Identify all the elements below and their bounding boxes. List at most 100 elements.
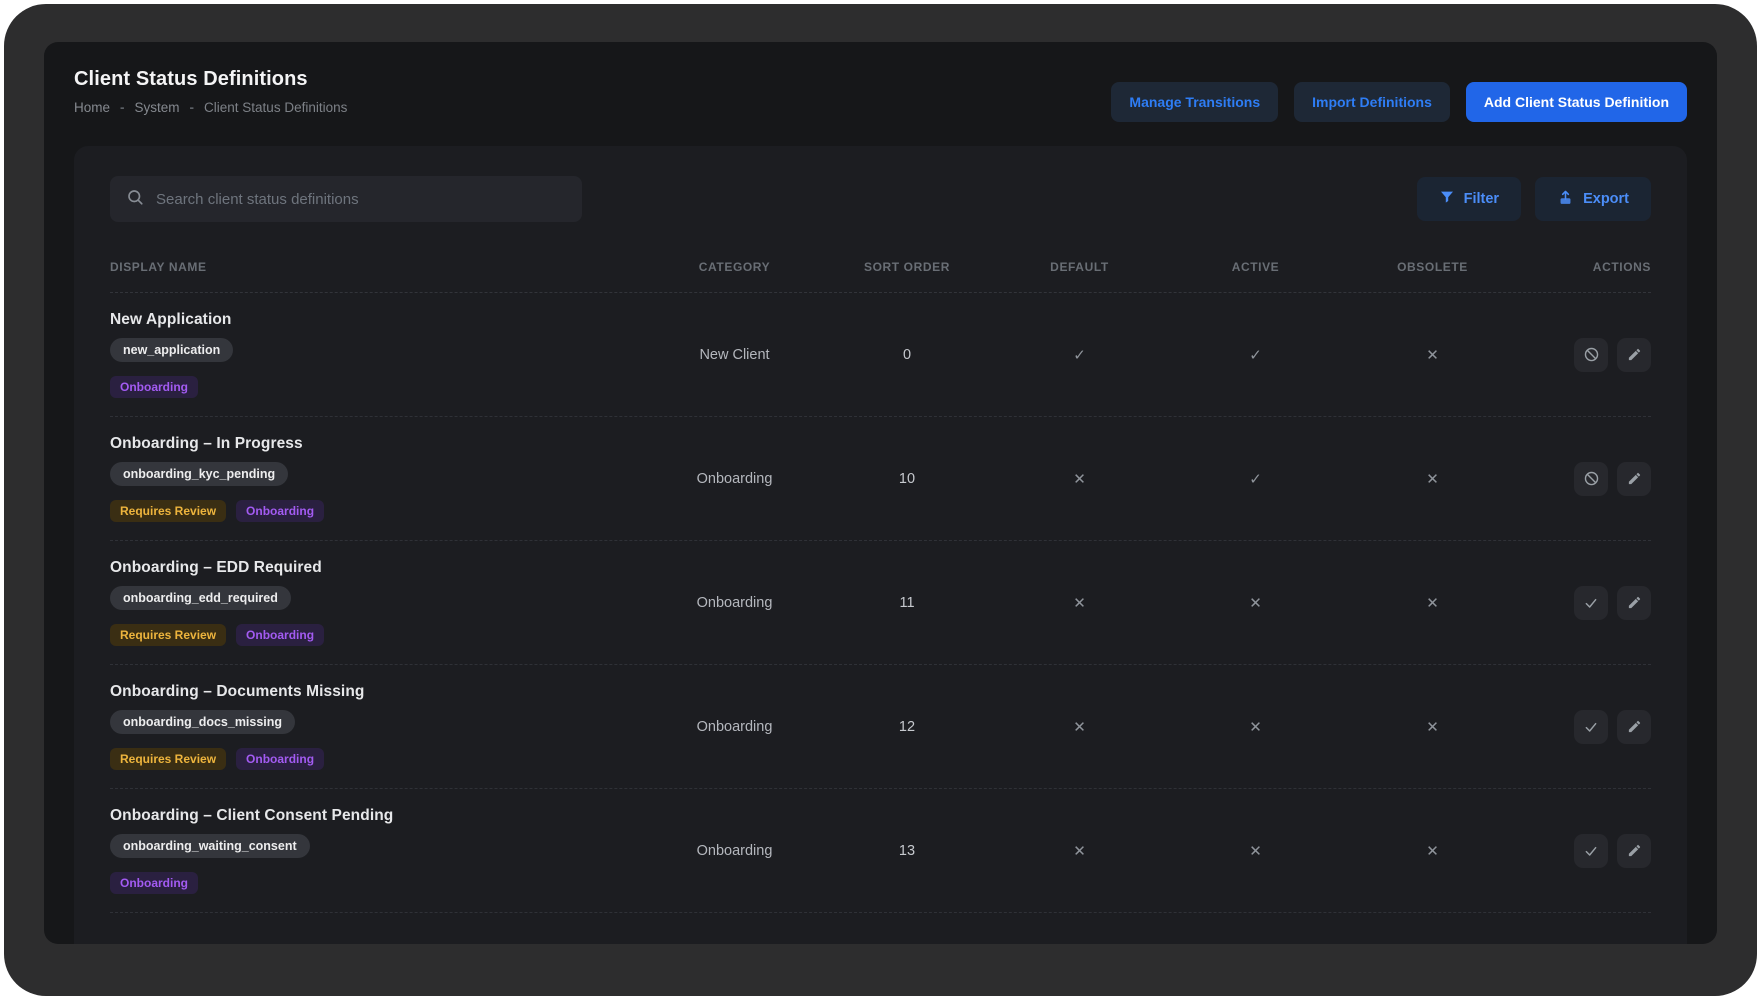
breadcrumb: Home - System - Client Status Definition… [74,100,347,115]
table-row: Onboarding – Documents Missing onboardin… [110,665,1651,789]
tag-list: Requires Review Onboarding [110,500,324,522]
column-category: Category [647,260,822,274]
app-frame: Client Status Definitions Home - System … [4,4,1757,996]
toolbar: Filter Export [110,176,1651,222]
category-cell: Onboarding [647,595,822,611]
category-cell: Onboarding [647,843,822,859]
app-window: Client Status Definitions Home - System … [44,42,1717,944]
pencil-icon [1627,595,1642,610]
sort-order-cell: 13 [822,843,992,859]
deactivate-button[interactable] [1574,338,1608,372]
edit-button[interactable] [1617,710,1651,744]
status-code-badge: new_application [110,338,233,362]
search-icon [126,188,144,211]
search-input[interactable] [156,191,566,208]
activate-button[interactable] [1574,710,1608,744]
active-mark: ✕ [1167,718,1344,736]
title-block: Client Status Definitions Home - System … [74,68,347,115]
breadcrumb-system[interactable]: System [135,100,180,115]
active-mark: ✕ [1167,842,1344,860]
content-panel: Filter Export Display Name Category Sort… [74,146,1687,944]
column-obsolete: Obsolete [1344,260,1521,274]
active-mark: ✕ [1167,594,1344,612]
actions-cell [1521,586,1651,620]
deactivate-button[interactable] [1574,462,1608,496]
active-mark: ✓ [1167,346,1344,364]
actions-cell [1521,462,1651,496]
status-definitions-table: Display Name Category Sort Order Default… [110,260,1651,913]
tag-list: Requires Review Onboarding [110,624,324,646]
table-row: New Application new_application Onboardi… [110,293,1651,417]
edit-button[interactable] [1617,834,1651,868]
obsolete-mark: ✕ [1344,842,1521,860]
edit-button[interactable] [1617,586,1651,620]
row-name-cell: Onboarding – Client Consent Pending onbo… [110,807,647,894]
tag-onboarding: Onboarding [110,376,198,398]
tag-requires-review: Requires Review [110,500,226,522]
table-header-row: Display Name Category Sort Order Default… [110,260,1651,293]
check-icon [1583,843,1599,859]
filter-button[interactable]: Filter [1417,177,1521,221]
default-mark: ✕ [992,594,1167,612]
breadcrumb-home[interactable]: Home [74,100,110,115]
tag-list: Onboarding [110,376,198,398]
edit-button[interactable] [1617,338,1651,372]
edit-button[interactable] [1617,462,1651,496]
pencil-icon [1627,347,1642,362]
default-mark: ✕ [992,842,1167,860]
activate-button[interactable] [1574,834,1608,868]
check-icon [1583,719,1599,735]
actions-cell [1521,710,1651,744]
tag-onboarding: Onboarding [236,500,324,522]
column-actions: Actions [1521,260,1651,274]
pencil-icon [1627,719,1642,734]
add-client-status-definition-button[interactable]: Add Client Status Definition [1466,82,1687,122]
category-cell: Onboarding [647,471,822,487]
status-display-name: Onboarding – EDD Required [110,559,322,577]
row-name-cell: Onboarding – In Progress onboarding_kyc_… [110,435,647,522]
breadcrumb-separator: - [190,100,195,115]
sort-order-cell: 0 [822,347,992,363]
page-title: Client Status Definitions [74,68,347,91]
status-code-badge: onboarding_edd_required [110,586,291,610]
search-box[interactable] [110,176,582,222]
actions-cell [1521,834,1651,868]
ban-icon [1583,346,1600,363]
filter-icon [1439,189,1455,209]
status-code-badge: onboarding_kyc_pending [110,462,288,486]
toolbar-right: Filter Export [1417,177,1651,221]
obsolete-mark: ✕ [1344,470,1521,488]
check-icon [1583,595,1599,611]
default-mark: ✕ [992,718,1167,736]
tag-onboarding: Onboarding [236,624,324,646]
row-name-cell: Onboarding – Documents Missing onboardin… [110,683,647,770]
tag-requires-review: Requires Review [110,624,226,646]
default-mark: ✕ [992,470,1167,488]
column-active: Active [1167,260,1344,274]
obsolete-mark: ✕ [1344,594,1521,612]
table-row: Onboarding – Client Consent Pending onbo… [110,789,1651,913]
tag-list: Requires Review Onboarding [110,748,324,770]
status-display-name: Onboarding – Client Consent Pending [110,807,393,825]
sort-order-cell: 10 [822,471,992,487]
status-display-name: Onboarding – In Progress [110,435,303,453]
tag-onboarding: Onboarding [110,872,198,894]
export-button[interactable]: Export [1535,177,1651,221]
column-sort-order: Sort Order [822,260,992,274]
tag-list: Onboarding [110,872,198,894]
page-header: Client Status Definitions Home - System … [74,68,1687,122]
manage-transitions-button[interactable]: Manage Transitions [1111,82,1278,122]
column-display-name: Display Name [110,260,647,274]
table-row: Onboarding – In Progress onboarding_kyc_… [110,417,1651,541]
breadcrumb-current: Client Status Definitions [204,100,347,115]
default-mark: ✓ [992,346,1167,364]
status-display-name: New Application [110,311,232,329]
import-definitions-button[interactable]: Import Definitions [1294,82,1450,122]
table-row: Onboarding – EDD Required onboarding_edd… [110,541,1651,665]
header-buttons: Manage Transitions Import Definitions Ad… [1111,82,1687,122]
sort-order-cell: 11 [822,595,992,611]
tag-onboarding: Onboarding [236,748,324,770]
pencil-icon [1627,471,1642,486]
activate-button[interactable] [1574,586,1608,620]
status-display-name: Onboarding – Documents Missing [110,683,364,701]
